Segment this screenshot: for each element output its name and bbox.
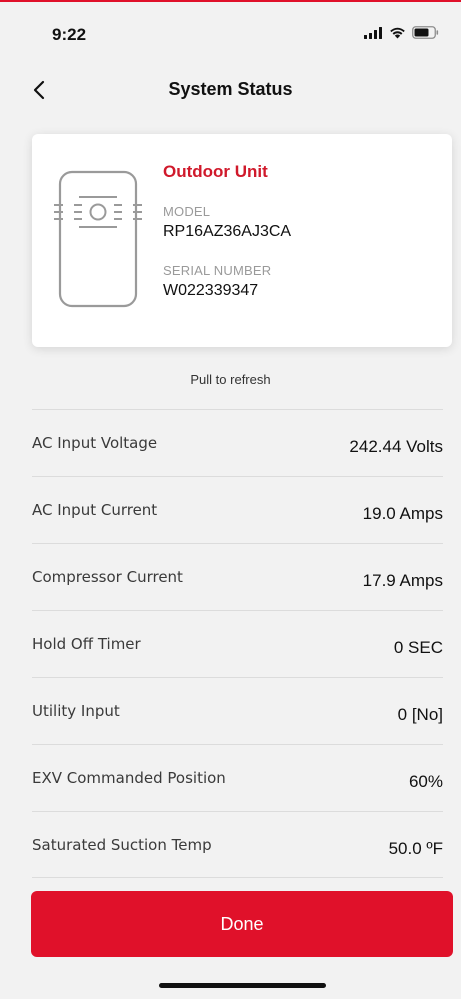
unit-title: Outdoor Unit bbox=[163, 162, 268, 181]
status-row-saturated-suction-temp: Saturated Suction Temp 50.0 ºF bbox=[32, 811, 443, 878]
status-row-ac-input-voltage: AC Input Voltage 242.44 Volts bbox=[32, 409, 443, 476]
model-value: RP16AZ36AJ3CA bbox=[163, 223, 292, 240]
status-row-value: 19.0 Amps bbox=[362, 504, 443, 523]
home-indicator[interactable] bbox=[159, 983, 326, 988]
status-row-utility-input: Utility Input 0 [No] bbox=[32, 677, 443, 744]
status-row-hold-off-timer: Hold Off Timer 0 SEC bbox=[32, 610, 443, 677]
status-row-exv-commanded-position: EXV Commanded Position 60% bbox=[32, 744, 443, 811]
status-row-value: 0 SEC bbox=[393, 638, 443, 657]
status-row-label: AC Input Current bbox=[32, 501, 158, 519]
status-row-label: Saturated Suction Temp bbox=[32, 835, 212, 854]
serial-label: SERIAL NUMBER bbox=[163, 263, 272, 278]
status-row-value: 50.0 ºF bbox=[388, 838, 443, 858]
battery-icon bbox=[412, 26, 439, 39]
status-icons bbox=[364, 26, 439, 39]
status-row-value: 17.9 Amps bbox=[362, 571, 443, 590]
status-row-ac-input-current: AC Input Current 19.0 Amps bbox=[32, 476, 443, 543]
page-title: System Status bbox=[168, 79, 293, 99]
status-row-label: EXV Commanded Position bbox=[32, 769, 226, 787]
status-row-value: 60% bbox=[408, 772, 443, 791]
signal-icon bbox=[364, 26, 382, 39]
model-label: MODEL bbox=[163, 204, 211, 219]
status-row-value: 0 [No] bbox=[397, 705, 443, 724]
outdoor-unit-icon bbox=[54, 170, 142, 308]
unit-card: Outdoor Unit MODEL RP16AZ36AJ3CA SERIAL … bbox=[32, 134, 452, 347]
wifi-icon bbox=[390, 27, 405, 39]
status-row-compressor-current: Compressor Current 17.9 Amps bbox=[32, 543, 443, 610]
serial-value: W022339347 bbox=[163, 282, 259, 299]
status-row-label: Hold Off Timer bbox=[32, 635, 141, 653]
done-button[interactable]: Done bbox=[31, 891, 453, 957]
status-row-label: AC Input Voltage bbox=[32, 434, 158, 452]
status-time: 9:22 bbox=[52, 25, 87, 44]
nav-bar: System Status bbox=[0, 70, 461, 110]
status-row-label: Compressor Current bbox=[32, 568, 183, 586]
status-row-value: 242.44 Volts bbox=[349, 437, 443, 456]
status-list: AC Input Voltage 242.44 Volts AC Input C… bbox=[32, 409, 443, 878]
status-row-label: Utility Input bbox=[32, 702, 120, 720]
status-bar: 9:22 bbox=[0, 0, 461, 70]
pull-to-refresh-hint: Pull to refresh bbox=[190, 372, 271, 387]
unit-info: Outdoor Unit MODEL RP16AZ36AJ3CA SERIAL … bbox=[163, 162, 291, 300]
